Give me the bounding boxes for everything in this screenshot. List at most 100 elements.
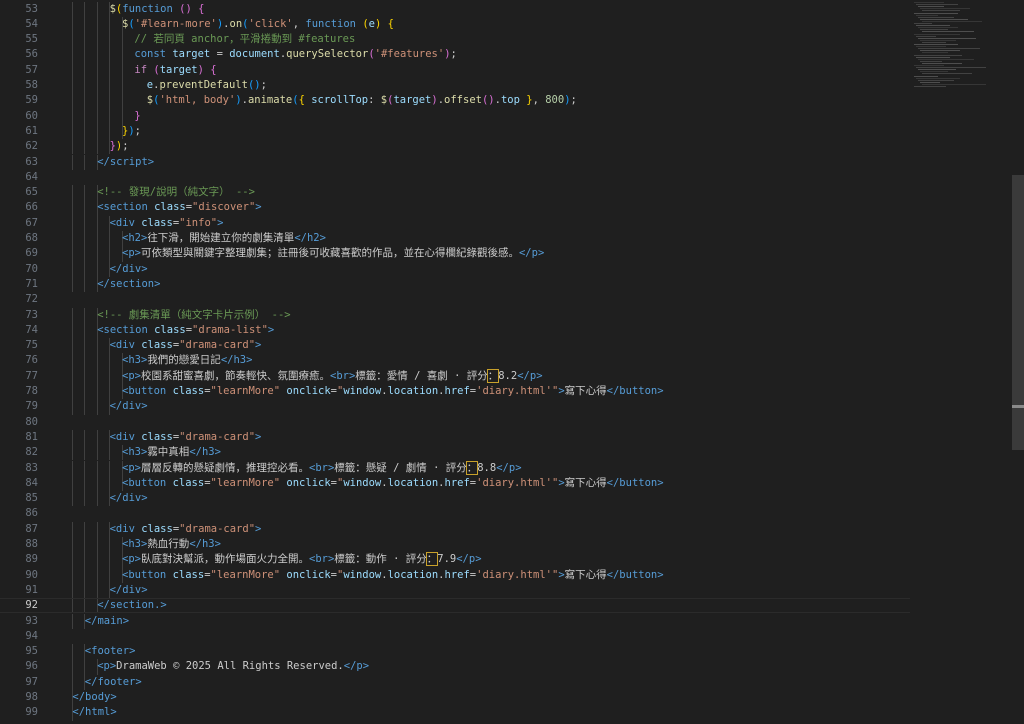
minimap-line bbox=[914, 12, 958, 14]
code-line[interactable]: 77 <p>校園系甜蜜喜劇，節奏輕快、氛圍療癒。<br>標籤：愛情 / 喜劇 · … bbox=[0, 368, 910, 384]
code-token: ; bbox=[134, 124, 141, 137]
code-token: > bbox=[475, 553, 482, 566]
code-line[interactable]: 90 <button class="learnMore" onclick="win… bbox=[0, 568, 910, 583]
code-line[interactable]: 88 <h3>熱血行動</h3> bbox=[0, 537, 910, 552]
code-token: h3 bbox=[201, 446, 215, 459]
minimap-line bbox=[916, 14, 938, 16]
code-line[interactable]: 96 <p>DramaWeb © 2025 All Rights Reserved… bbox=[0, 659, 910, 674]
code-line[interactable]: 92 </section.> bbox=[0, 598, 910, 613]
vertical-scrollbar-thumb[interactable] bbox=[1012, 175, 1024, 450]
line-number: 81 bbox=[25, 430, 38, 443]
code-line[interactable]: 70 </div> bbox=[0, 262, 910, 277]
code-token: class bbox=[141, 216, 173, 229]
code-token: href bbox=[444, 385, 470, 397]
code-line[interactable]: 75 <div class="drama-card"> bbox=[0, 338, 910, 353]
code-token: </ bbox=[517, 369, 530, 382]
code-line[interactable]: 69 <p>可依類型與關鍵字整理劇集；註冊後可收藏喜歡的作品，並在心得欄紀錄觀後感… bbox=[0, 246, 910, 261]
code-line[interactable]: 58 e.preventDefault(); bbox=[0, 78, 910, 93]
code-line[interactable]: 57 if (target) { bbox=[0, 63, 910, 78]
code-line[interactable]: 89 <p>臥底對決幫派，動作場面火力全開。<br>標籤：動作 · 評分：7.9<… bbox=[0, 552, 910, 567]
line-number: 94 bbox=[25, 629, 38, 642]
code-line[interactable]: 61}); bbox=[0, 124, 910, 139]
minimap-line bbox=[918, 27, 958, 29]
code-line[interactable]: 73 <!-- 劇集清單（純文字卡片示例） --> bbox=[0, 308, 910, 323]
code-line[interactable]: 60} bbox=[0, 109, 910, 124]
code-editor[interactable]: 53 $(function () {54 $('#learn-more').on('… bbox=[0, 0, 910, 724]
code-line[interactable]: 53 $(function () { bbox=[0, 2, 910, 17]
code-line[interactable]: 72 bbox=[0, 292, 910, 307]
minimap-line bbox=[914, 86, 946, 87]
code-line[interactable]: 63 </script> bbox=[0, 155, 910, 170]
code-token: window bbox=[343, 476, 382, 489]
code-text: $('#learn-more').on('click', function (e… bbox=[122, 17, 394, 32]
code-token: offset bbox=[444, 94, 482, 107]
code-line[interactable]: 91 </div> bbox=[0, 583, 910, 598]
minimap-line bbox=[920, 60, 942, 62]
code-line[interactable]: 68 <h2>往下滑，開始建立你的劇集清單</h2> bbox=[0, 231, 910, 246]
code-token: </ bbox=[189, 446, 202, 459]
code-text: if (target) { bbox=[134, 63, 216, 78]
code-text: } bbox=[134, 109, 140, 124]
code-token: div bbox=[122, 583, 142, 596]
code-line[interactable]: 97 </footer> bbox=[0, 675, 910, 690]
code-token: div bbox=[115, 339, 135, 352]
code-token: top bbox=[500, 94, 520, 107]
line-number: 68 bbox=[25, 232, 38, 244]
code-token: > bbox=[255, 430, 262, 443]
code-line[interactable]: 64 bbox=[0, 170, 910, 185]
minimap-line bbox=[914, 75, 938, 77]
code-line[interactable]: 71 </section> bbox=[0, 277, 910, 292]
code-token: </ bbox=[343, 660, 357, 673]
code-line[interactable]: 85 </div> bbox=[0, 491, 910, 506]
minimap-line bbox=[914, 44, 958, 45]
code-line[interactable]: 56 const target = document.querySelector(… bbox=[0, 47, 910, 62]
code-line[interactable]: 76 <h3>我們的戀愛日記</h3> bbox=[0, 353, 910, 368]
code-token: > bbox=[141, 400, 148, 413]
code-line[interactable]: 83 <p>層層反轉的懸疑劇情，推理控必看。<br>標籤：懸疑 / 劇情 · 評分… bbox=[0, 460, 910, 476]
code-token: div bbox=[122, 262, 142, 275]
code-line[interactable]: 93 </main> bbox=[0, 614, 910, 629]
code-line[interactable]: 65 <!-- 發現/說明（純文字） --> bbox=[0, 185, 910, 200]
code-line[interactable]: 74 <section class="drama-list"> bbox=[0, 323, 910, 338]
code-text: </html> bbox=[72, 705, 116, 720]
code-token: > bbox=[217, 216, 224, 229]
code-token: : bbox=[368, 94, 381, 107]
code-line[interactable]: 84 <button class="learnMore" onclick="win… bbox=[0, 476, 910, 491]
line-number: 60 bbox=[25, 109, 38, 122]
code-token: 'diary.html' bbox=[476, 568, 552, 581]
code-line[interactable]: 98 </body> bbox=[0, 690, 910, 705]
code-line[interactable]: 94 bbox=[0, 629, 910, 644]
code-token: on bbox=[229, 17, 243, 30]
code-line[interactable]: 54 $('#learn-more').on('click', function … bbox=[0, 17, 910, 32]
minimap-line bbox=[920, 8, 970, 10]
code-line[interactable]: 80 bbox=[0, 415, 910, 430]
code-line[interactable]: 59 $('html, body').animate({ scrollTop: $… bbox=[0, 93, 910, 108]
code-token: 800 bbox=[545, 94, 565, 107]
minimap-line bbox=[920, 39, 956, 41]
code-text: <h3>熱血行動</h3> bbox=[122, 537, 221, 552]
code-token: section bbox=[103, 201, 148, 214]
code-line[interactable]: 62}); bbox=[0, 139, 910, 154]
code-line[interactable]: 95 <footer> bbox=[0, 644, 910, 659]
code-token: > bbox=[255, 522, 262, 535]
code-token: > bbox=[657, 385, 664, 397]
code-line[interactable]: 82 <h3>霧中真相</h3> bbox=[0, 445, 910, 460]
code-token: div bbox=[122, 492, 142, 505]
code-token: > bbox=[319, 232, 326, 244]
minimap[interactable] bbox=[910, 0, 1010, 724]
code-line[interactable]: 55 // 若同頁 anchor，平滑捲動到 #features bbox=[0, 32, 910, 47]
code-text: <!-- 劇集清單（純文字卡片示例） --> bbox=[97, 308, 290, 323]
code-line[interactable]: 78 <button class="learnMore" onclick="win… bbox=[0, 384, 910, 399]
code-token: if bbox=[134, 63, 148, 76]
code-text: <section class="discover"> bbox=[97, 200, 261, 215]
code-line[interactable]: 99 </html> bbox=[0, 705, 910, 720]
code-token: > bbox=[110, 691, 117, 703]
code-line[interactable]: 81 <div class="drama-card"> bbox=[0, 430, 910, 445]
code-line[interactable]: 79 </div> bbox=[0, 399, 910, 414]
code-line[interactable]: 87 <div class="drama-card"> bbox=[0, 522, 910, 537]
code-line[interactable]: 66 <section class="discover"> bbox=[0, 200, 910, 215]
code-line[interactable]: 86 bbox=[0, 506, 910, 521]
code-token: ; bbox=[122, 140, 129, 153]
code-line[interactable]: 67 <div class="info"> bbox=[0, 216, 910, 231]
minimap-line bbox=[922, 73, 972, 75]
